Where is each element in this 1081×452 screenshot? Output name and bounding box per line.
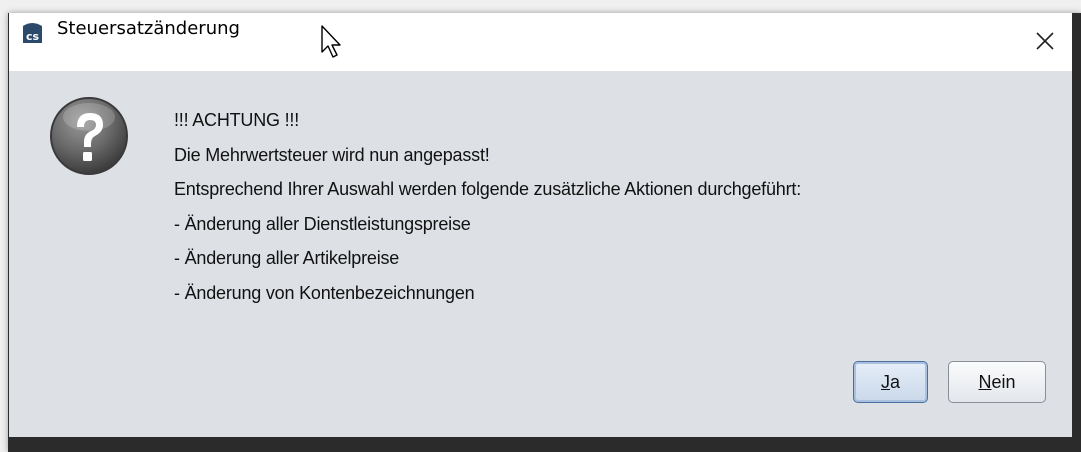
message-line: Entsprechend Ihrer Auswahl werden folgen…	[174, 179, 802, 199]
message-line: !!! ACHTUNG !!!	[174, 110, 300, 130]
mouse-pointer-icon	[321, 25, 341, 58]
close-button[interactable]	[1018, 13, 1072, 71]
question-icon	[50, 97, 128, 175]
svg-text:cs: cs	[26, 30, 40, 43]
cs-logo-icon: cs	[23, 23, 42, 43]
message-line: Die Mehrwertsteuer wird nun angepasst!	[174, 144, 490, 165]
no-button-label-rest: ein	[991, 372, 1016, 392]
message-line: - Änderung aller Artikelpreise	[174, 248, 400, 268]
yes-button[interactable]: Ja	[853, 361, 928, 403]
no-button-mnemonic: N	[978, 372, 992, 392]
dialog-message: !!! ACHTUNG !!! Die Mehrwertsteuer wird …	[174, 103, 801, 310]
window-title: Steuersatzänderung	[57, 18, 240, 39]
yes-button-label-rest: a	[889, 372, 900, 392]
message-line: - Änderung von Kontenbezeichnungen	[174, 282, 475, 303]
message-line: - Änderung aller Dienstleistungspreise	[174, 213, 471, 234]
close-icon	[1036, 32, 1054, 50]
no-button[interactable]: Nein	[948, 361, 1046, 403]
yes-button-mnemonic: J	[880, 372, 890, 392]
